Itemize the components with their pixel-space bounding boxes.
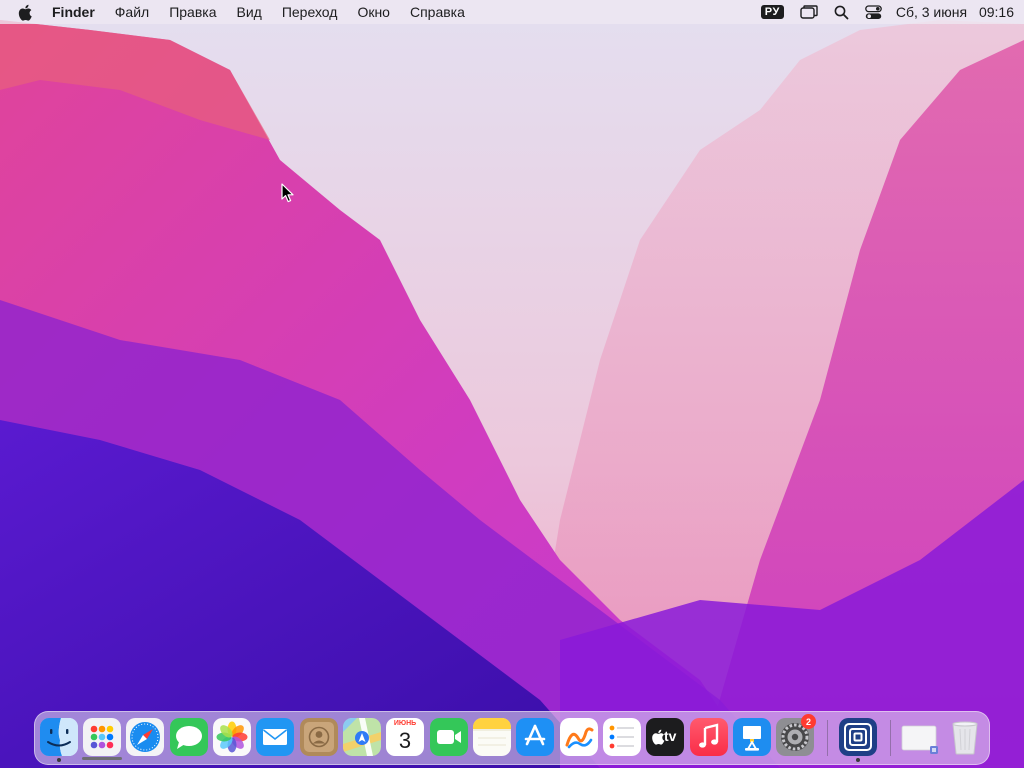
dock-running-indicator xyxy=(57,758,61,762)
dock-screen-sharing-icon[interactable] xyxy=(839,718,877,756)
menu-go[interactable]: Переход xyxy=(282,4,338,20)
dock-running-indicator xyxy=(856,758,860,762)
stage-manager-icon[interactable] xyxy=(800,5,818,19)
dock-launchpad-icon[interactable] xyxy=(83,718,121,756)
calendar-month-label: ИЮНЬ xyxy=(393,720,417,727)
dock-keynote-icon[interactable] xyxy=(733,718,771,756)
dock-photos-icon[interactable] xyxy=(213,718,251,756)
calendar-day-label: 3 xyxy=(398,728,412,753)
dock-downloads-stack-icon[interactable] xyxy=(900,718,938,756)
dock-facetime-icon[interactable] xyxy=(430,718,468,756)
search-icon[interactable] xyxy=(834,5,849,20)
dock-scroll-indicator xyxy=(82,757,122,760)
menu-window[interactable]: Окно xyxy=(357,4,390,20)
dock-separator xyxy=(827,720,828,756)
dock-music-icon[interactable] xyxy=(690,718,728,756)
apple-tv-label: tv xyxy=(664,728,677,744)
dock-calendar-icon[interactable]: ИЮНЬ 3 xyxy=(386,718,424,756)
clock-date: Сб, 3 июня xyxy=(895,4,968,20)
dock-freeform-icon[interactable] xyxy=(560,718,598,756)
dock-trash-icon[interactable] xyxy=(946,718,984,756)
dock-notes-icon[interactable] xyxy=(473,718,511,756)
dock-finder-icon[interactable] xyxy=(40,718,78,756)
input-source-menu[interactable]: РУ xyxy=(760,5,784,19)
menu-file[interactable]: Файл xyxy=(115,4,149,20)
dock-apple-tv-icon[interactable]: tv xyxy=(646,718,684,756)
dock-separator xyxy=(890,720,891,756)
desktop-wallpaper[interactable] xyxy=(0,0,1024,768)
menu-view[interactable]: Вид xyxy=(237,4,262,20)
dock-app-store-icon[interactable] xyxy=(516,718,554,756)
dock-safari-icon[interactable] xyxy=(126,718,164,756)
menu-clock[interactable]: Сб, 3 июня 09:16 xyxy=(896,4,1014,20)
menu-help[interactable]: Справка xyxy=(410,4,465,20)
control-center-icon[interactable] xyxy=(864,4,882,20)
apple-icon[interactable] xyxy=(16,3,34,21)
input-source-label: РУ xyxy=(760,5,784,19)
dock-maps-icon[interactable] xyxy=(343,718,381,756)
dock-messages-icon[interactable] xyxy=(170,718,208,756)
dock-reminders-icon[interactable] xyxy=(603,718,641,756)
clock-time: 09:16 xyxy=(978,4,1014,20)
menu-app-name[interactable]: Finder xyxy=(52,4,95,20)
system-settings-badge: 2 xyxy=(801,714,816,729)
mouse-cursor-icon xyxy=(281,183,295,203)
dock-contacts-icon[interactable] xyxy=(300,718,338,756)
menu-edit[interactable]: Правка xyxy=(169,4,216,20)
menu-bar: Finder Файл Правка Вид Переход Окно Спра… xyxy=(0,0,1024,24)
dock-mail-icon[interactable] xyxy=(256,718,294,756)
